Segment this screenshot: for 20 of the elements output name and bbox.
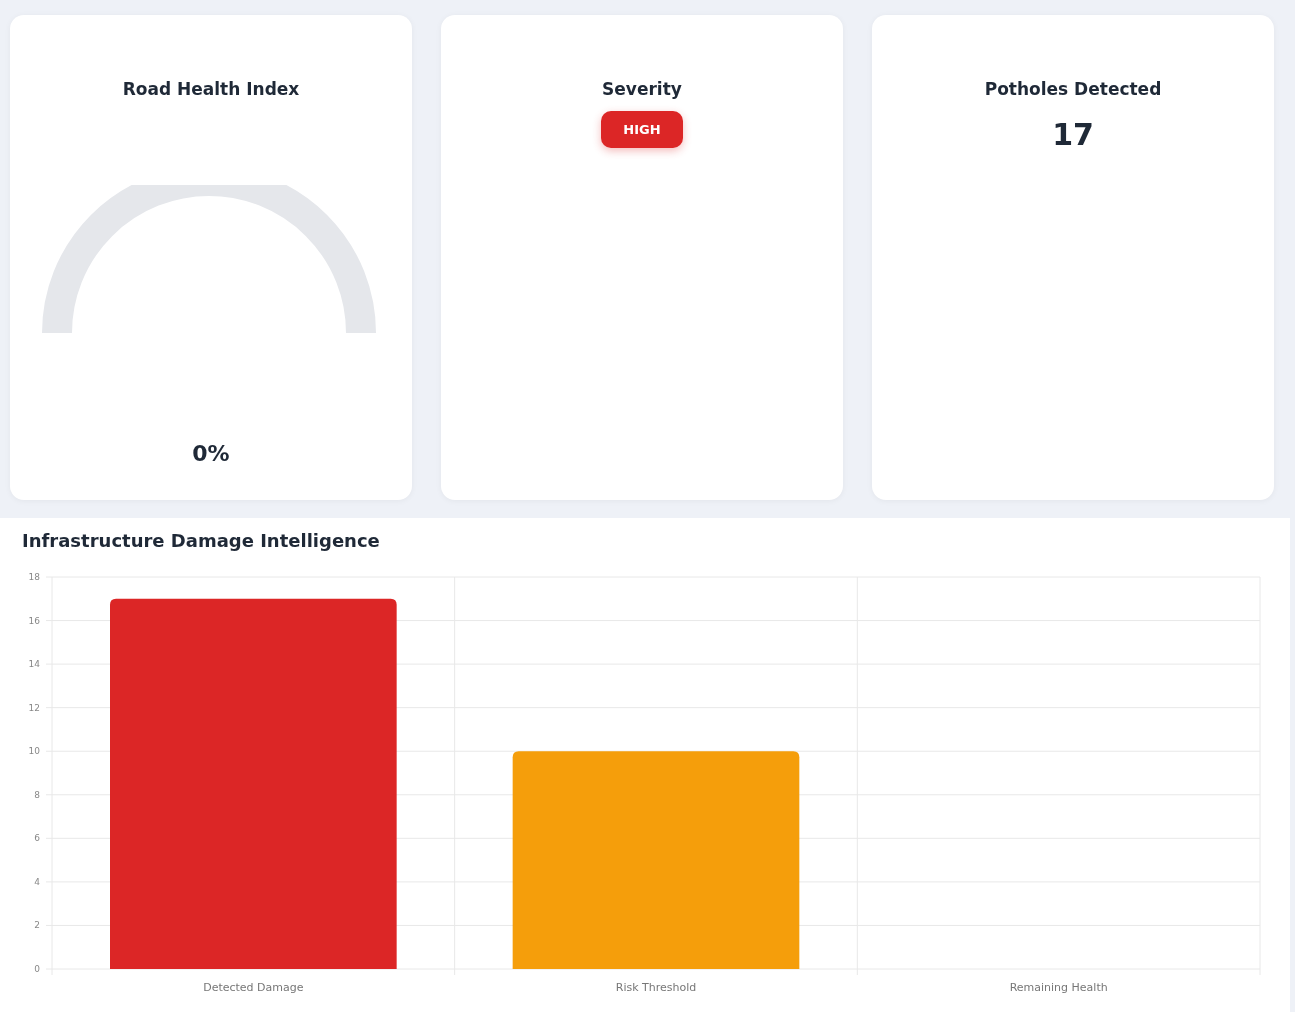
- card-title: Road Health Index: [122, 79, 300, 99]
- axis-tick-label: 10: [28, 746, 40, 757]
- axis-tick-label: 8: [34, 789, 40, 800]
- axis-tick-label: 4: [34, 876, 40, 887]
- axis-tick-label: 18: [28, 572, 40, 582]
- card-title: Potholes Detected: [984, 79, 1162, 99]
- axis-tick-label: 14: [28, 659, 40, 670]
- axis-category-label: Remaining Health: [1009, 981, 1108, 994]
- pothole-count: 17: [1052, 117, 1094, 152]
- gauge-reading: 0%: [192, 441, 230, 466]
- axis-category-label: Risk Threshold: [615, 981, 697, 994]
- panel-title: Infrastructure Damage Intelligence: [21, 529, 381, 551]
- axis-tick-label: 0: [34, 964, 40, 974]
- axis-category-label: Detected Damage: [203, 981, 304, 994]
- axis-tick-label: 6: [34, 833, 40, 844]
- axis-tick-label: 12: [28, 702, 40, 713]
- card-title: Severity: [602, 79, 682, 99]
- axis-tick-label: 2: [34, 920, 40, 931]
- severity-badge: HIGH: [601, 111, 683, 148]
- axis-tick-label: 16: [28, 615, 40, 626]
